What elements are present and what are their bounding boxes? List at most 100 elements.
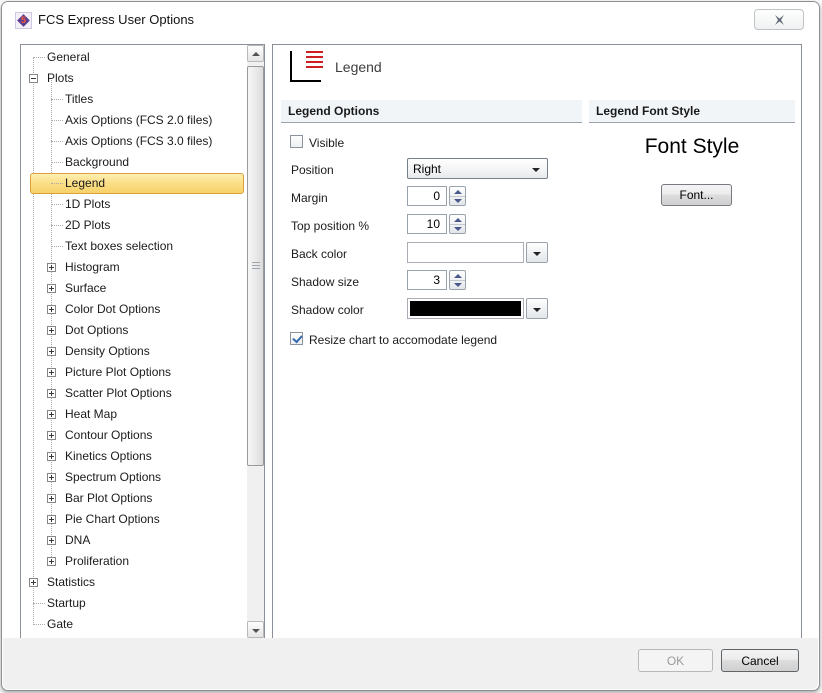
top-position-stepper[interactable] <box>449 214 466 234</box>
expand-icon[interactable] <box>47 557 56 566</box>
tree-item-surface[interactable]: Surface <box>21 278 247 299</box>
expand-icon[interactable] <box>47 431 56 440</box>
shadow-size-stepper[interactable] <box>449 270 466 290</box>
position-select[interactable]: Right <box>407 158 548 179</box>
expand-icon[interactable] <box>47 347 56 356</box>
resize-chart-label: Resize chart to accomodate legend <box>309 333 497 347</box>
tree-item-dna[interactable]: DNA <box>21 530 247 551</box>
tree-item-kinetics-options[interactable]: Kinetics Options <box>21 446 247 467</box>
scroll-up-button[interactable] <box>247 45 264 62</box>
tree-item-label: Pie Chart Options <box>65 512 160 526</box>
legend-stripes-icon <box>306 51 323 70</box>
tree-item-scatter-plot-options[interactable]: Scatter Plot Options <box>21 383 247 404</box>
shadow-color-swatch[interactable] <box>407 298 524 319</box>
tree-item-label: Background <box>65 155 129 169</box>
expand-icon[interactable] <box>47 284 56 293</box>
expand-icon[interactable] <box>47 473 56 482</box>
tree-item-label: Histogram <box>65 260 120 274</box>
tree-item-pie-chart-options[interactable]: Pie Chart Options <box>21 509 247 530</box>
scroll-down-button[interactable] <box>247 621 264 638</box>
tree-item-proliferation[interactable]: Proliferation <box>21 551 247 572</box>
tree-item-label: Spectrum Options <box>65 470 161 484</box>
tree-item-gate[interactable]: Gate <box>21 614 247 635</box>
expand-icon[interactable] <box>47 515 56 524</box>
resize-chart-checkbox[interactable] <box>290 332 303 345</box>
tree-item-color-dot-options[interactable]: Color Dot Options <box>21 299 247 320</box>
tree-scrollbar[interactable] <box>247 45 264 638</box>
font-style-preview: Font Style <box>589 135 795 159</box>
tree-item-general[interactable]: General <box>21 47 247 68</box>
top-position-label: Top position % <box>291 219 369 233</box>
top-position-input[interactable] <box>407 214 447 234</box>
scrollbar-thumb[interactable] <box>247 66 264 466</box>
tree-item-histogram[interactable]: Histogram <box>21 257 247 278</box>
app-icon: 5 <box>15 12 32 29</box>
visible-checkbox[interactable] <box>290 135 303 148</box>
tree-item-axis-options-fcs-3-0-files-[interactable]: Axis Options (FCS 3.0 files) <box>21 131 247 152</box>
close-button[interactable] <box>754 9 804 30</box>
shadow-color-dropdown-button[interactable] <box>526 298 548 319</box>
arrow-down-icon <box>252 629 260 633</box>
expand-icon[interactable] <box>29 578 38 587</box>
margin-label: Margin <box>291 191 328 205</box>
tree-item-label: General <box>47 50 90 64</box>
font-button[interactable]: Font... <box>661 184 732 206</box>
expand-icon[interactable] <box>47 368 56 377</box>
cancel-button[interactable]: Cancel <box>721 649 799 672</box>
tree-item-titles[interactable]: Titles <box>21 89 247 110</box>
tree-item-contour-options[interactable]: Contour Options <box>21 425 247 446</box>
spin-up-icon[interactable] <box>454 274 462 278</box>
expand-icon[interactable] <box>47 536 56 545</box>
shadow-size-input[interactable] <box>407 270 447 290</box>
tree-item-label: Proliferation <box>65 554 129 568</box>
tree-item-density-options[interactable]: Density Options <box>21 341 247 362</box>
expand-icon[interactable] <box>47 326 56 335</box>
tree-item-statistics[interactable]: Statistics <box>21 572 247 593</box>
back-color-swatch[interactable] <box>407 242 524 263</box>
tree-item-axis-options-fcs-2-0-files-[interactable]: Axis Options (FCS 2.0 files) <box>21 110 247 131</box>
tree-item-background[interactable]: Background <box>21 152 247 173</box>
expand-icon[interactable] <box>47 410 56 419</box>
tree-item-label: Scatter Plot Options <box>65 386 172 400</box>
back-color-dropdown-button[interactable] <box>526 242 548 263</box>
margin-stepper[interactable] <box>449 186 466 206</box>
tree-item-bar-plot-options[interactable]: Bar Plot Options <box>21 488 247 509</box>
tree-item-plots[interactable]: Plots <box>21 68 247 89</box>
tree-item-label: Plots <box>47 71 74 85</box>
tree-item-legend[interactable]: Legend <box>21 173 247 194</box>
tree-item-label: Heat Map <box>65 407 117 421</box>
spin-up-icon[interactable] <box>454 190 462 194</box>
dialog-window: 5 FCS Express User Options GeneralPlotsT… <box>1 1 820 691</box>
tree-item-label: Picture Plot Options <box>65 365 171 379</box>
margin-input[interactable] <box>407 186 447 206</box>
collapse-icon[interactable] <box>29 74 38 83</box>
position-label: Position <box>291 163 334 177</box>
spin-down-icon[interactable] <box>454 227 462 231</box>
close-icon <box>774 15 785 25</box>
chevron-down-icon <box>532 168 540 172</box>
ok-button[interactable]: OK <box>638 649 713 672</box>
expand-icon[interactable] <box>47 494 56 503</box>
tree-item-1d-plots[interactable]: 1D Plots <box>21 194 247 215</box>
spin-up-icon[interactable] <box>454 218 462 222</box>
spin-down-icon[interactable] <box>454 199 462 203</box>
expand-icon[interactable] <box>47 263 56 272</box>
tree-item-startup[interactable]: Startup <box>21 593 247 614</box>
expand-icon[interactable] <box>47 305 56 314</box>
options-tree-panel: General Plots TitlesAxis Options (FCS 2.0 … <box>20 44 265 639</box>
section-legend-font-style: Legend Font Style <box>589 100 795 123</box>
expand-icon[interactable] <box>47 452 56 461</box>
tree-connector <box>33 624 45 625</box>
spin-down-icon[interactable] <box>454 283 462 287</box>
tree-item-dot-options[interactable]: Dot Options <box>21 320 247 341</box>
tree-item-2d-plots[interactable]: 2D Plots <box>21 215 247 236</box>
tree-item-label: Contour Options <box>65 428 152 442</box>
tree-item-label: Bar Plot Options <box>65 491 152 505</box>
tree-item-heat-map[interactable]: Heat Map <box>21 404 247 425</box>
tree-item-label: Text boxes selection <box>65 239 173 253</box>
tree-item-text-boxes-selection[interactable]: Text boxes selection <box>21 236 247 257</box>
expand-icon[interactable] <box>47 389 56 398</box>
visible-label: Visible <box>309 136 344 150</box>
tree-item-spectrum-options[interactable]: Spectrum Options <box>21 467 247 488</box>
tree-item-picture-plot-options[interactable]: Picture Plot Options <box>21 362 247 383</box>
